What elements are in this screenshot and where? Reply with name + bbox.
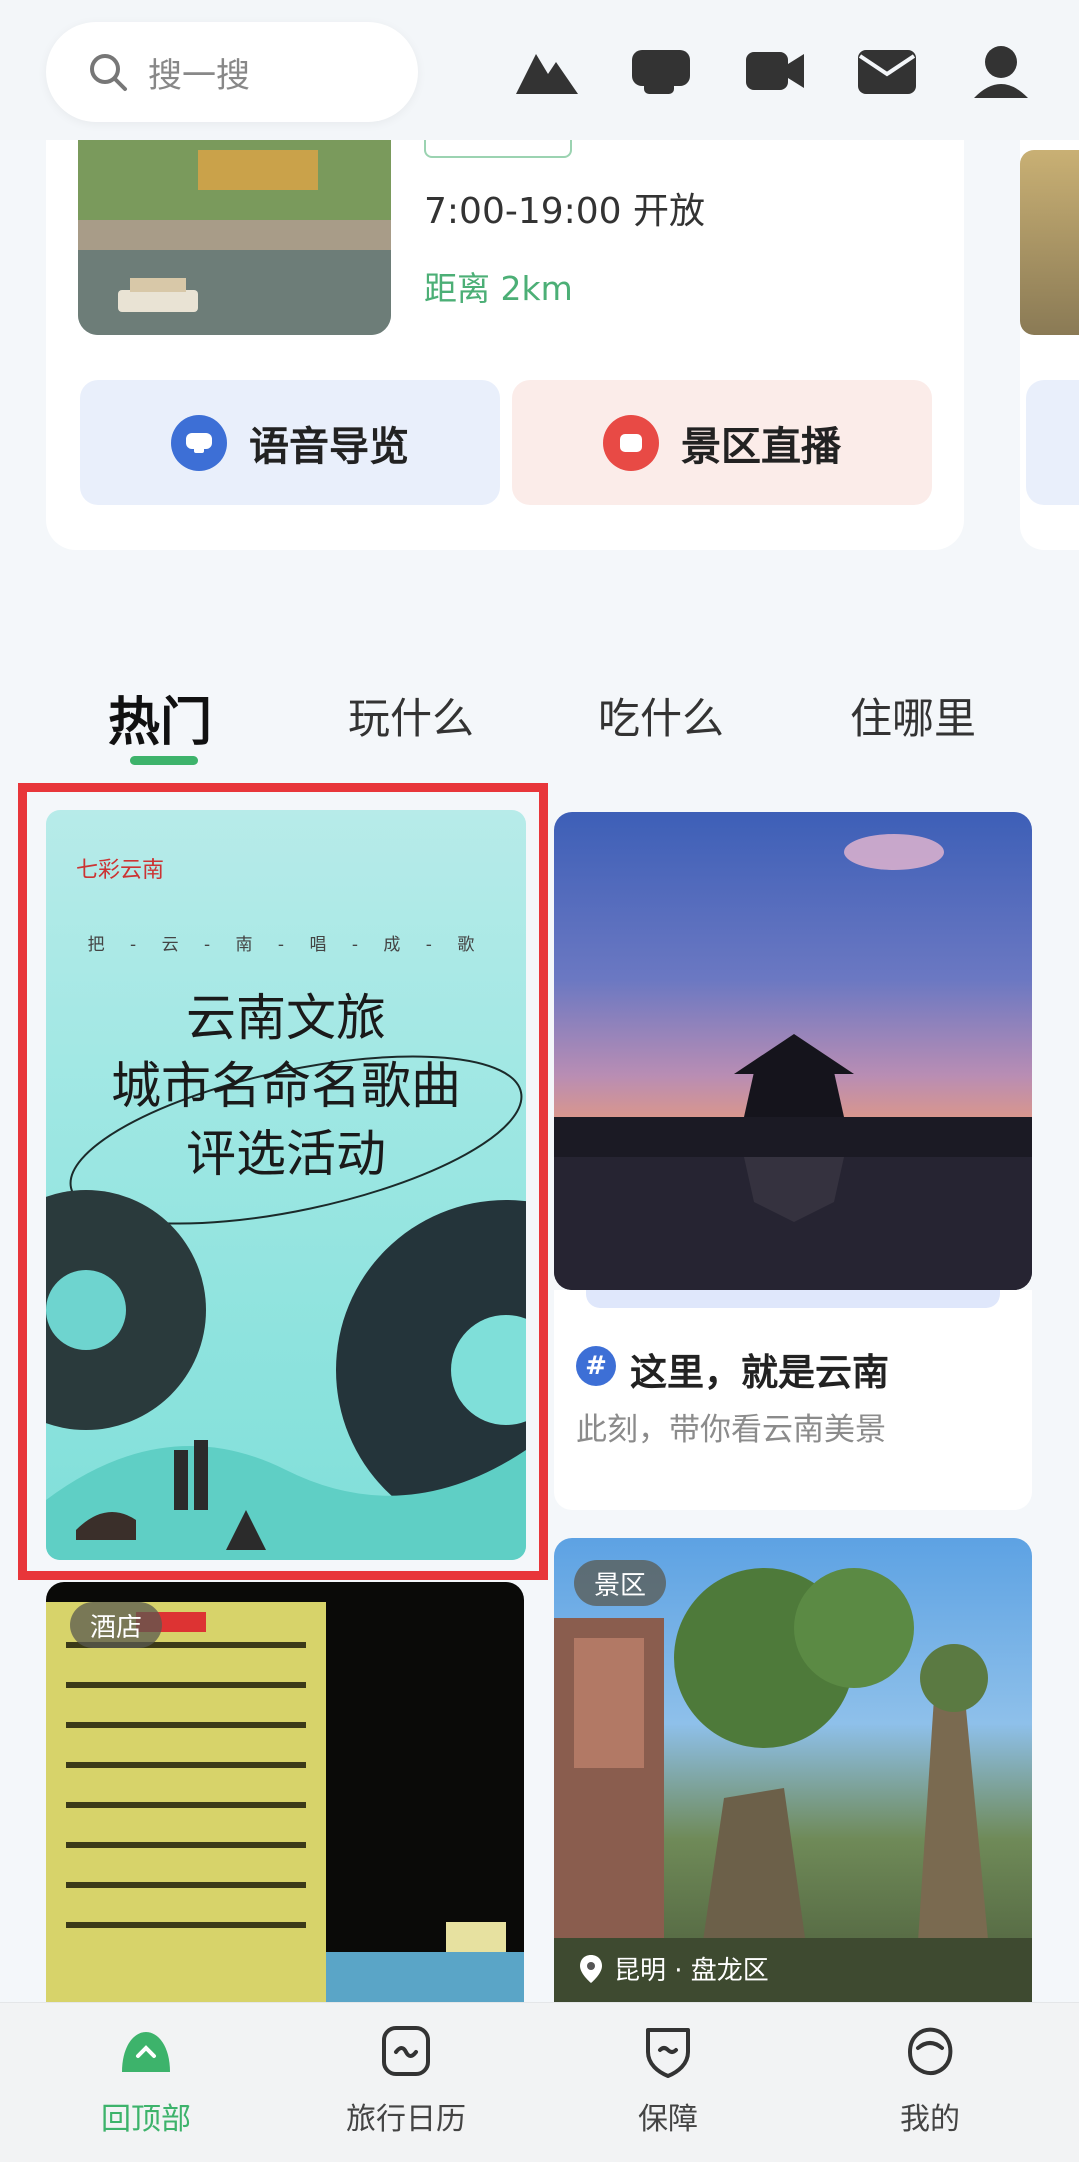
voice-guide-label: 语音导览 [249,423,409,470]
nav-mine[interactable]: 我的 [830,2022,1030,2138]
active-tab-indicator [130,756,198,765]
topic-card[interactable] [554,1290,1032,1510]
mail-icon[interactable] [852,40,922,100]
scenic-location: 昆明 · 盘龙区 [578,1950,769,1987]
tab-hot[interactable]: 热门 [108,680,212,755]
distance: 距离 2km [424,269,573,308]
hotel-tag: 酒店 [70,1602,163,1648]
opening-hours: 7:00-19:00 开放 [424,191,706,232]
profile-icon [907,2027,953,2075]
location-pin-icon [580,1954,602,1983]
highlight-frame [18,783,548,1580]
tab-what-to-eat[interactable]: 吃什么 [598,685,724,746]
search-bar[interactable]: 搜一搜 [46,22,418,122]
topic-hash-icon: # [576,1346,616,1386]
topic-title: 这里，就是云南 [630,1351,889,1394]
scenic-location-label: 昆明 · 盘龙区 [614,1956,769,1986]
scenic-card[interactable]: 景区 [554,1538,1032,2002]
nav-travel-calendar[interactable]: 旅行日历 [306,2022,506,2138]
topic-subtitle: 此刻，带你看云南美景 [576,1412,886,1448]
scenic-live-button[interactable]: 景区直播 [512,380,932,505]
tab-what-to-play[interactable]: 玩什么 [348,685,474,746]
search-icon [90,54,127,91]
search-placeholder: 搜一搜 [148,55,250,96]
nav-label-back-to-top: 回顶部 [101,2102,191,2137]
ticket-icon[interactable] [626,40,696,100]
attraction-thumbnail[interactable] [78,140,391,335]
mountain-icon[interactable] [512,40,582,100]
pavilion-sunset-image [554,834,1032,1290]
calendar-icon [382,2026,430,2076]
topic-card-strip [586,1290,1000,1308]
voice-guide-button[interactable]: 语音导览 [80,380,500,505]
topic-card-image[interactable] [554,812,1032,1290]
next-attraction-button [1026,380,1079,505]
voice-guide-icon [171,414,227,471]
live-icon [603,414,659,471]
nav-label-travel-calendar: 旅行日历 [346,2102,466,2137]
shield-icon [646,2028,690,2078]
scenic-tag: 景区 [574,1560,667,1606]
next-attraction-thumbnail [1020,150,1079,335]
back-to-top-icon [122,2032,170,2072]
attraction-tag [424,140,572,158]
wildlife-park-image [554,1568,1032,2002]
profile-icon[interactable] [966,40,1036,100]
nav-label-protection: 保障 [638,2102,698,2137]
lake-image [78,140,391,335]
scenic-live-label: 景区直播 [681,423,841,470]
nav-label-mine: 我的 [900,2102,960,2137]
nav-back-to-top[interactable]: 回顶部 [46,2022,246,2138]
nav-protection[interactable]: 保障 [568,2022,768,2138]
tab-where-to-stay[interactable]: 住哪里 [850,685,976,746]
hotel-card[interactable]: 酒店 [46,1582,524,2002]
video-icon[interactable] [740,40,810,100]
